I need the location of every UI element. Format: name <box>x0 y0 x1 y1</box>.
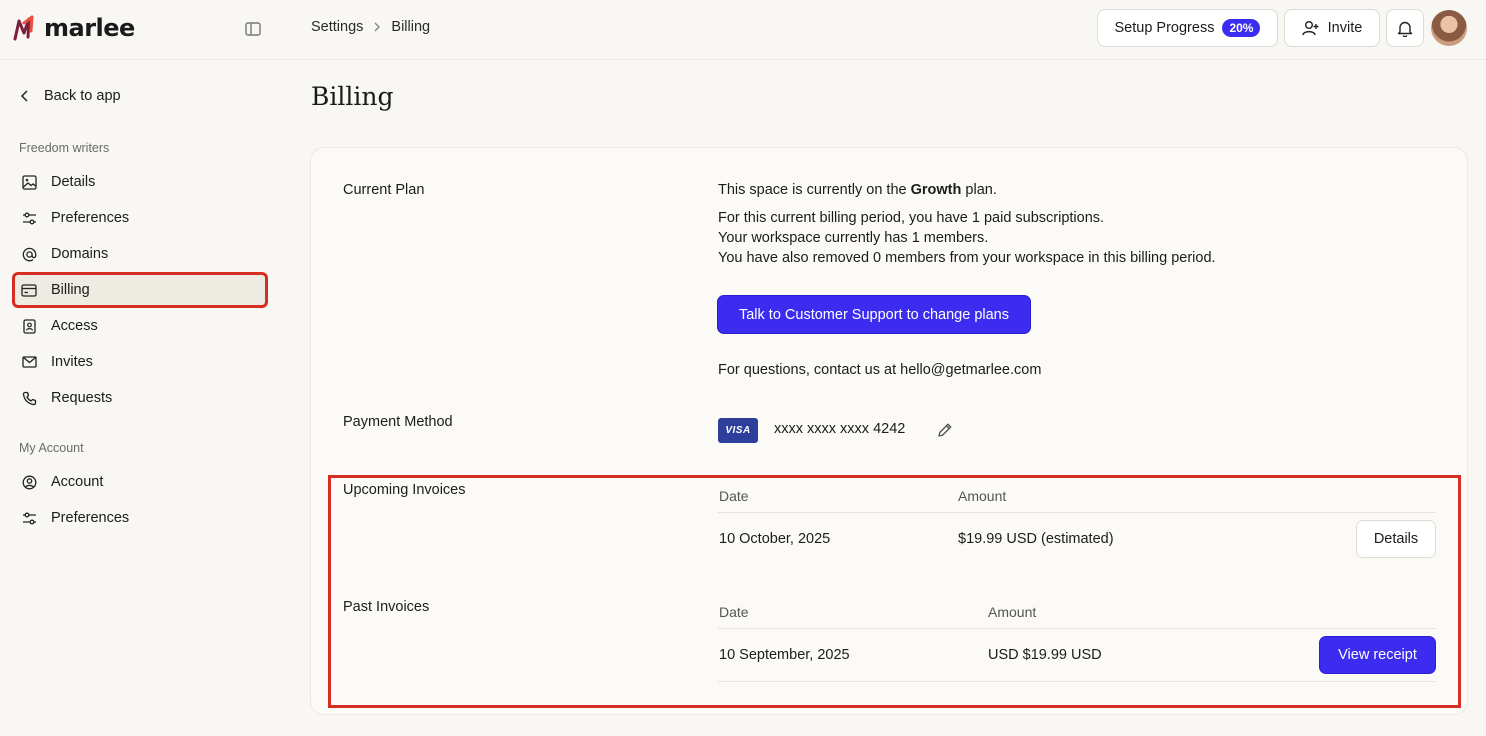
badge-icon <box>21 318 37 334</box>
sidebar-item-account-preferences[interactable]: Preferences <box>14 502 266 534</box>
sidebar-item-label: Invites <box>51 354 93 370</box>
notifications-button[interactable] <box>1386 9 1424 47</box>
sliders-icon <box>21 210 37 226</box>
past-date-header: Date <box>719 604 749 620</box>
user-circle-icon <box>21 474 37 490</box>
user-avatar[interactable] <box>1431 10 1467 46</box>
contact-text: For questions, contact us at hello@getma… <box>718 362 1042 378</box>
setup-progress-label: Setup Progress <box>1114 20 1215 36</box>
visa-card-icon: VISA <box>718 418 758 443</box>
sidebar-toggle-icon <box>245 22 261 36</box>
setup-progress-badge: 20% <box>1222 19 1261 37</box>
sidebar-toggle-button[interactable] <box>243 19 263 39</box>
page-title: Billing <box>311 82 394 111</box>
past-invoice-date: 10 September, 2025 <box>719 647 850 663</box>
breadcrumb-settings[interactable]: Settings <box>311 19 363 35</box>
sidebar-item-label: Details <box>51 174 96 190</box>
plan-line-members: Your workspace currently has 1 members. <box>718 230 989 246</box>
edit-payment-icon[interactable] <box>936 421 954 439</box>
image-icon <box>21 174 37 190</box>
sidebar-item-label: Billing <box>51 282 90 298</box>
credit-card-icon <box>21 282 37 298</box>
mail-icon <box>21 354 37 370</box>
sidebar-item-label: Account <box>51 474 104 490</box>
sidebar-item-label: Preferences <box>51 210 130 226</box>
setup-progress-button[interactable]: Setup Progress 20% <box>1097 9 1278 47</box>
card-number: xxxx xxxx xxxx 4242 <box>774 421 906 437</box>
sidebar: Back to app Freedom writers Details Pref… <box>0 61 280 736</box>
past-invoice-amount: USD $19.99 USD <box>988 647 1102 663</box>
sidebar-item-invites[interactable]: Invites <box>14 346 266 378</box>
upcoming-invoice-date: 10 October, 2025 <box>719 531 831 547</box>
payment-method-label: Payment Method <box>343 414 453 430</box>
plan-summary: This space is currently on the Growth pl… <box>718 180 997 200</box>
past-header-divider <box>718 628 1436 629</box>
chevron-left-icon <box>20 90 28 102</box>
sidebar-item-preferences[interactable]: Preferences <box>14 202 266 234</box>
sliders-icon <box>21 510 37 526</box>
sidebar-item-access[interactable]: Access <box>14 310 266 342</box>
plan-suffix: plan. <box>961 182 997 198</box>
sidebar-item-account[interactable]: Account <box>14 466 266 498</box>
past-amount-header: Amount <box>988 604 1037 620</box>
sidebar-item-requests[interactable]: Requests <box>14 382 266 414</box>
marlee-logo-icon <box>13 15 34 41</box>
plan-name: Growth <box>910 182 962 198</box>
workspace-section-label: Freedom writers <box>19 141 110 155</box>
current-plan-label: Current Plan <box>343 182 425 198</box>
upcoming-amount-header: Amount <box>958 488 1007 504</box>
add-user-icon <box>1301 21 1319 36</box>
invite-label: Invite <box>1327 20 1363 36</box>
sidebar-item-details[interactable]: Details <box>14 166 266 198</box>
marlee-logo[interactable]: marlee <box>12 12 135 44</box>
sidebar-item-label: Preferences <box>51 510 130 526</box>
past-invoices-label: Past Invoices <box>343 599 430 615</box>
phone-icon <box>21 390 37 406</box>
invoice-details-button[interactable]: Details <box>1356 520 1436 558</box>
sidebar-item-label: Domains <box>51 246 109 262</box>
sidebar-item-label: Requests <box>51 390 113 406</box>
account-section-label: My Account <box>19 441 84 455</box>
view-receipt-button[interactable]: View receipt <box>1319 636 1436 674</box>
upcoming-header-divider <box>718 512 1436 513</box>
plan-line-removed: You have also removed 0 members from you… <box>718 250 1216 266</box>
bell-icon <box>1397 21 1413 37</box>
invite-button[interactable]: Invite <box>1284 9 1380 47</box>
breadcrumb: Settings Billing <box>311 19 430 35</box>
breadcrumb-billing: Billing <box>391 19 431 35</box>
upcoming-invoice-amount: $19.99 USD (estimated) <box>958 531 1114 547</box>
sidebar-item-label: Access <box>51 318 98 334</box>
plan-line-subscriptions: For this current billing period, you hav… <box>718 210 1105 226</box>
back-to-app-link[interactable]: Back to app <box>20 88 121 104</box>
customer-support-button[interactable]: Talk to Customer Support to change plans <box>717 295 1031 334</box>
plan-prefix: This space is currently on the <box>718 182 911 198</box>
back-to-app-label: Back to app <box>44 88 121 104</box>
chevron-right-icon <box>373 21 381 33</box>
past-row-divider <box>718 681 1436 682</box>
at-icon <box>21 246 37 262</box>
logo-text: marlee <box>44 14 135 42</box>
top-bar: marlee Settings Billing Setup Progress 2… <box>0 0 1486 60</box>
sidebar-item-billing[interactable]: Billing <box>12 272 268 308</box>
upcoming-invoices-label: Upcoming Invoices <box>343 482 466 498</box>
upcoming-date-header: Date <box>719 488 749 504</box>
sidebar-item-domains[interactable]: Domains <box>14 238 266 270</box>
